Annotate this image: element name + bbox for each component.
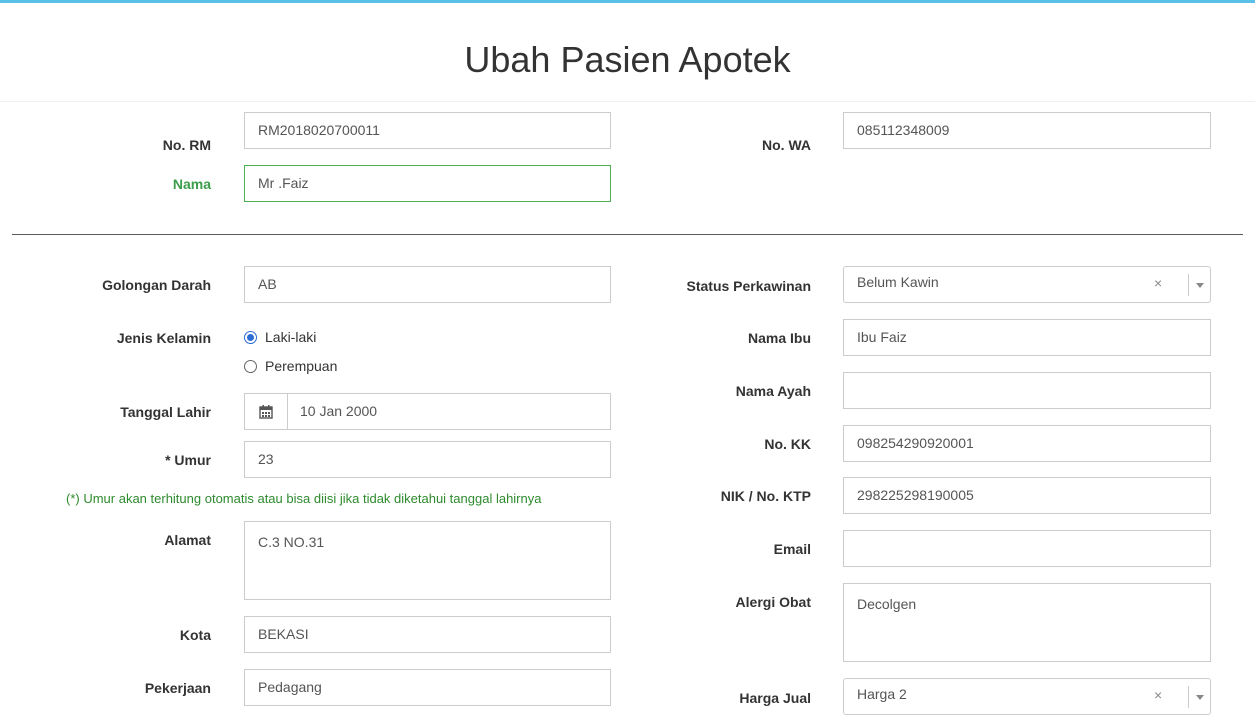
nik-label: NIK / No. KTP <box>720 488 811 504</box>
no-wa-label: No. WA <box>762 137 811 153</box>
status-perkawinan-value: Belum Kawin <box>857 274 939 290</box>
umur-input[interactable]: 23 <box>244 441 611 478</box>
no-kk-label: No. KK <box>764 436 811 452</box>
clear-icon[interactable]: × <box>1154 275 1162 291</box>
pekerjaan-label: Pekerjaan <box>144 680 211 696</box>
no-kk-input[interactable]: 098254290920001 <box>843 425 1211 462</box>
nama-label: Nama <box>172 176 211 192</box>
select-separator <box>1188 274 1189 296</box>
jenis-kelamin-label: Jenis Kelamin <box>116 330 211 346</box>
golongan-darah-input[interactable]: AB <box>244 266 611 303</box>
tanggal-lahir-value: 10 Jan 2000 <box>300 403 378 419</box>
chevron-down-icon[interactable] <box>1196 695 1204 700</box>
umur-label: * Umur <box>165 452 211 468</box>
select-separator <box>1188 686 1189 708</box>
section-divider <box>12 234 1243 235</box>
pekerjaan-input[interactable]: Pedagang <box>244 669 611 706</box>
nik-input[interactable]: 298225298190005 <box>843 477 1211 514</box>
chevron-down-icon[interactable] <box>1196 283 1204 288</box>
alamat-textarea[interactable]: C.3 NO.31 <box>244 521 611 600</box>
alamat-label: Alamat <box>164 532 211 548</box>
kota-input[interactable]: BEKASI <box>244 616 611 653</box>
nama-ibu-input[interactable]: Ibu Faiz <box>843 319 1211 356</box>
email-label: Email <box>773 541 811 557</box>
nama-ayah-label: Nama Ayah <box>735 383 811 399</box>
nama-input[interactable]: Mr .Faiz <box>244 165 611 202</box>
umur-hint-text: (*) Umur akan terhitung otomatis atau bi… <box>66 491 542 506</box>
tanggal-lahir-input[interactable]: 10 Jan 2000 <box>244 393 611 430</box>
tanggal-lahir-label: Tanggal Lahir <box>120 404 211 420</box>
gender-option-label: Perempuan <box>265 358 338 374</box>
nama-ibu-label: Nama Ibu <box>747 330 811 346</box>
status-perkawinan-select[interactable]: Belum Kawin × <box>843 266 1211 303</box>
harga-jual-select[interactable]: Harga 2 × <box>843 678 1211 715</box>
harga-jual-label: Harga Jual <box>739 690 811 706</box>
no-rm-input[interactable]: RM2018020700011 <box>244 112 611 149</box>
email-input[interactable] <box>843 530 1211 567</box>
nama-ayah-input[interactable] <box>843 372 1211 409</box>
radio-unchecked-icon[interactable] <box>244 359 257 373</box>
gender-option-laki-laki[interactable]: Laki-laki <box>244 329 316 345</box>
page-header: Ubah Pasien Apotek <box>0 3 1255 102</box>
alergi-obat-textarea[interactable]: Decolgen <box>843 583 1211 662</box>
alergi-obat-label: Alergi Obat <box>735 594 811 610</box>
harga-jual-value: Harga 2 <box>857 686 907 702</box>
clear-icon[interactable]: × <box>1154 687 1162 703</box>
page-title: Ubah Pasien Apotek <box>464 39 791 80</box>
gender-option-perempuan[interactable]: Perempuan <box>244 358 337 374</box>
kota-label: Kota <box>179 627 211 643</box>
gender-option-label: Laki-laki <box>265 329 317 345</box>
calendar-button[interactable] <box>245 394 288 429</box>
status-perkawinan-label: Status Perkawinan <box>686 278 812 294</box>
calendar-icon <box>259 405 273 419</box>
no-rm-label: No. RM <box>162 137 211 153</box>
no-wa-input[interactable]: 085112348009 <box>843 112 1211 149</box>
radio-checked-icon[interactable] <box>244 330 257 344</box>
golongan-darah-label: Golongan Darah <box>102 277 211 293</box>
